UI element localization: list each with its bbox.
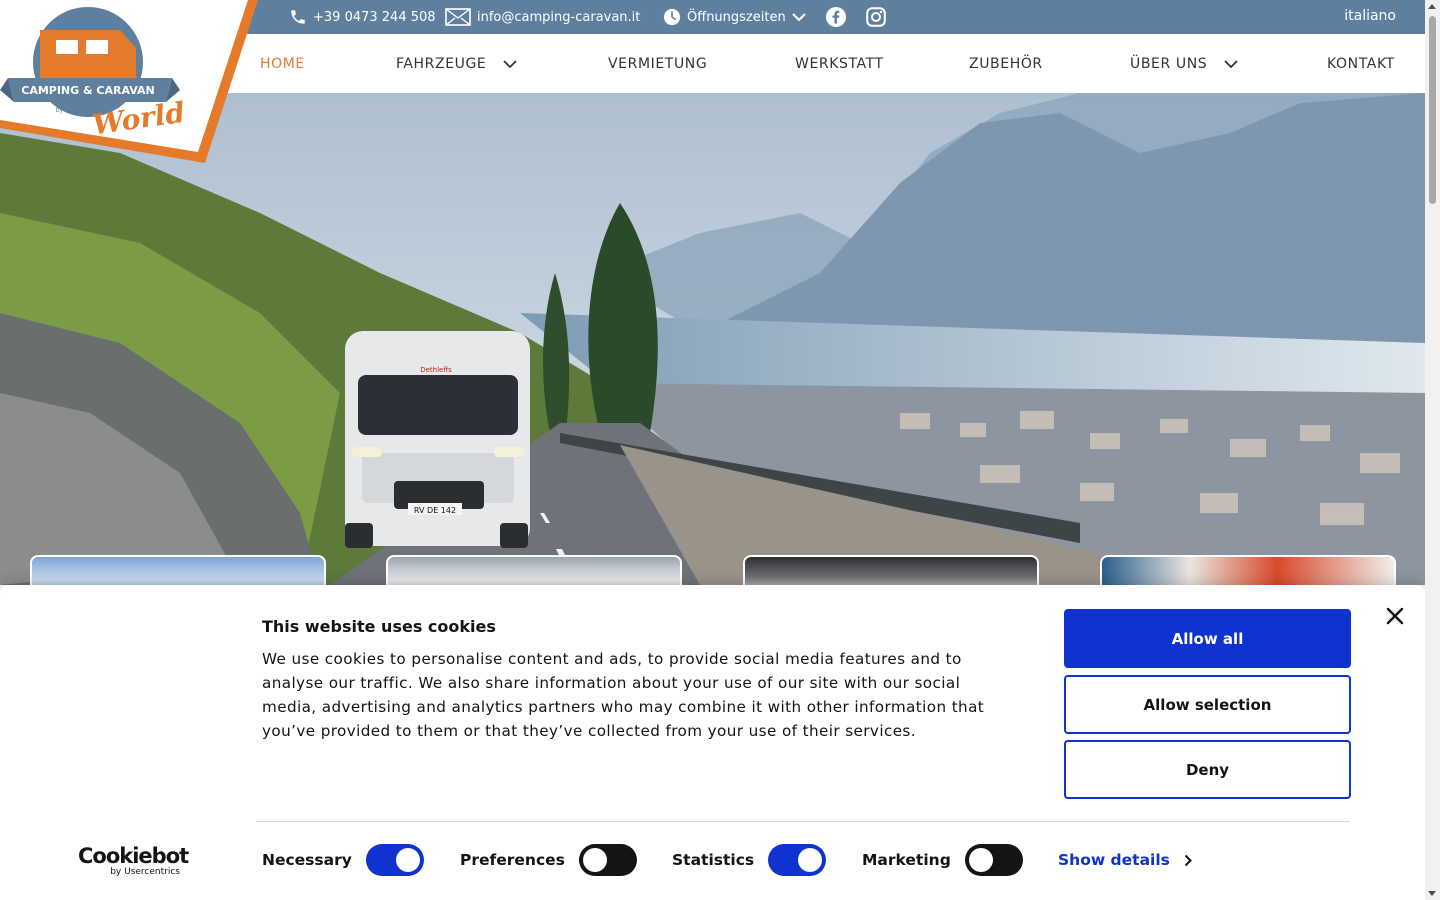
allow-all-button[interactable]: Allow all <box>1064 609 1351 668</box>
hero-image: RV DE 142 Dethleffs <box>0 93 1425 585</box>
scroll-thumb[interactable] <box>1429 16 1436 204</box>
nav-fahrzeuge[interactable]: FAHRZEUGE <box>396 34 518 93</box>
clock-icon <box>663 8 681 26</box>
close-banner-button[interactable] <box>1384 605 1406 627</box>
deny-button[interactable]: Deny <box>1064 740 1351 799</box>
facebook-link[interactable] <box>826 0 846 34</box>
switch-knob <box>798 848 823 872</box>
statistics-switch[interactable] <box>768 844 827 876</box>
show-details-link[interactable]: Show details <box>1058 843 1192 877</box>
nav-home-label: HOME <box>260 55 305 72</box>
cookiebot-logo[interactable]: Cookiebot by Usercentrics <box>78 844 189 877</box>
cookie-description: We use cookies to personalise content an… <box>262 650 985 740</box>
toggle-preferences: Preferences <box>460 843 637 877</box>
chevron-down-icon <box>503 59 518 68</box>
nav-werkstatt[interactable]: WERKSTATT <box>795 34 884 93</box>
switch-knob <box>395 848 420 872</box>
logo-text-line1: CAMPING & CARAVAN <box>21 84 154 97</box>
chevron-right-icon <box>1184 854 1192 866</box>
language-switch[interactable]: italiano <box>1344 0 1396 32</box>
scroll-up-arrow[interactable] <box>1428 4 1436 9</box>
toggle-necessary: Necessary <box>262 843 424 877</box>
toggle-preferences-label: Preferences <box>460 851 565 869</box>
scroll-down-arrow[interactable] <box>1428 891 1436 896</box>
allow-selection-button[interactable]: Allow selection <box>1064 675 1351 734</box>
hero-illustration: RV DE 142 Dethleffs <box>0 93 1425 585</box>
cookie-consent-banner: This website uses cookies We use cookies… <box>0 585 1425 900</box>
instagram-link[interactable] <box>866 0 886 34</box>
van-brand: Dethleffs <box>420 366 452 374</box>
logo-graphic: CAMPING & CARAVAN World by IDEALservice <box>0 0 258 163</box>
page-scrollbar[interactable] <box>1425 0 1440 900</box>
show-details-label: Show details <box>1058 851 1170 869</box>
preferences-switch[interactable] <box>578 844 637 876</box>
email-address: info@camping-caravan.it <box>477 9 641 25</box>
instagram-icon <box>866 7 886 27</box>
switch-knob <box>968 848 993 872</box>
toggle-marketing: Marketing <box>862 843 1023 877</box>
phone-icon <box>291 10 305 24</box>
phone-link[interactable]: +39 0473 244 508 <box>289 0 436 34</box>
nav-werkstatt-label: WERKSTATT <box>795 55 884 72</box>
opening-hours-label: Öffnungszeiten <box>687 9 786 25</box>
nav-ueber-uns-label: ÜBER UNS <box>1130 55 1208 72</box>
opening-hours-toggle[interactable]: Öffnungszeiten <box>663 0 806 34</box>
phone-number: +39 0473 244 508 <box>313 9 436 25</box>
chevron-down-icon <box>791 13 806 22</box>
toggle-statistics: Statistics <box>672 843 827 877</box>
nav-kontakt[interactable]: KONTAKT <box>1327 34 1395 93</box>
nav-ueber-uns[interactable]: ÜBER UNS <box>1130 34 1239 93</box>
email-link[interactable]: info@camping-caravan.it <box>445 0 640 34</box>
chevron-down-icon <box>1224 59 1238 68</box>
camper-van: RV DE 142 Dethleffs <box>345 331 530 548</box>
nav-vermietung-label: VERMIETUNG <box>608 55 708 72</box>
cookiebot-brand: Cookiebot <box>78 844 189 868</box>
nav-zubehoer[interactable]: ZUBEHÖR <box>969 34 1043 93</box>
nav-fahrzeuge-label: FAHRZEUGE <box>396 55 487 72</box>
nav-vermietung[interactable]: VERMIETUNG <box>608 34 707 93</box>
logo-text-line3: by IDEALservice <box>56 107 105 114</box>
mail-icon <box>445 8 471 26</box>
necessary-switch[interactable] <box>365 844 424 876</box>
nav-zubehoer-label: ZUBEHÖR <box>969 55 1043 72</box>
cookiebot-by: by Usercentrics <box>110 867 180 877</box>
facebook-icon <box>826 7 846 27</box>
toggle-marketing-label: Marketing <box>862 851 951 869</box>
nav-home[interactable]: HOME <box>260 34 305 93</box>
license-plate: RV DE 142 <box>414 506 456 515</box>
switch-knob <box>582 848 607 872</box>
marketing-switch[interactable] <box>964 844 1023 876</box>
site-logo[interactable]: CAMPING & CARAVAN World by IDEALservice <box>0 0 260 165</box>
nav-kontakt-label: KONTAKT <box>1327 55 1395 72</box>
toggle-necessary-label: Necessary <box>262 851 352 869</box>
cookie-title: This website uses cookies <box>262 617 496 636</box>
toggle-statistics-label: Statistics <box>672 851 755 869</box>
close-icon <box>1386 607 1404 625</box>
cookie-divider <box>256 821 1350 822</box>
